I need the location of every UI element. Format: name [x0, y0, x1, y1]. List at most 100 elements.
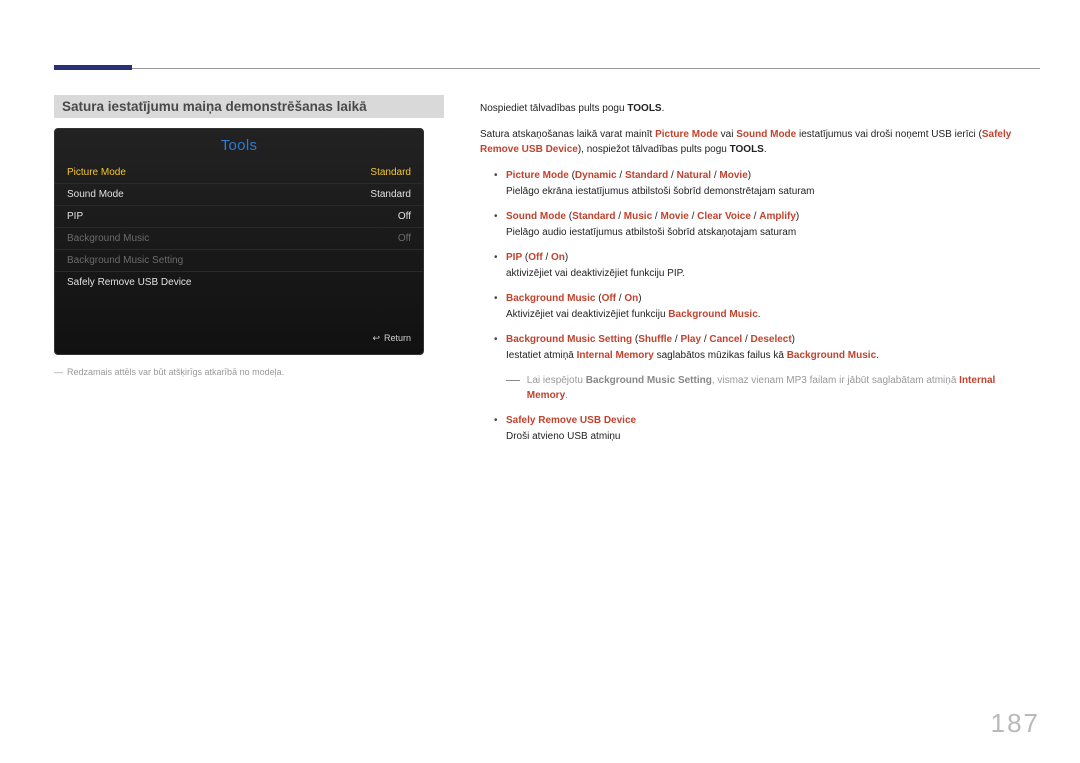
bold-text: TOOLS: [627, 103, 661, 114]
accent-text: Standard: [625, 170, 668, 181]
text: ): [748, 170, 751, 181]
note-text: Lai iespējotu Background Music Setting, …: [527, 373, 1037, 404]
tv-title: Tools: [55, 129, 423, 162]
tv-row-label: Background Music: [67, 233, 149, 244]
text: Lai iespējotu: [527, 375, 586, 386]
header-rule: [54, 68, 1040, 69]
accent-text: On: [624, 293, 638, 304]
text: ): [638, 293, 641, 304]
accent-text: Safely Remove USB Device: [506, 415, 636, 426]
accent-text: Deselect: [751, 334, 792, 345]
return-label: Return: [384, 333, 411, 343]
note: Lai iespējotu Background Music Setting, …: [506, 373, 1040, 404]
note-dash-icon: [506, 380, 520, 381]
tv-row-label: Sound Mode: [67, 189, 124, 200]
right-column: Nospiediet tālvadības pults pogu TOOLS. …: [480, 101, 1040, 454]
return-icon: ↩: [372, 333, 380, 344]
text: ), nospiežot tālvadības pults pogu: [578, 144, 730, 155]
accent-text: Play: [680, 334, 701, 345]
tv-row-bgmusic: Background Music Off: [55, 228, 423, 250]
tv-row-safely-remove: Safely Remove USB Device: [55, 272, 423, 293]
sub-text: Droši atvieno USB atmiņu: [506, 429, 1040, 445]
list-item-picture-mode: Picture Mode (Dynamic / Standard / Natur…: [494, 168, 1040, 200]
tv-row-label: Picture Mode: [67, 167, 126, 178]
text: Aktivizējiet vai deaktivizējiet funkciju: [506, 309, 668, 320]
list-item-safely-remove: Safely Remove USB Device Droši atvieno U…: [494, 413, 1040, 445]
sub-text: Aktivizējiet vai deaktivizējiet funkciju…: [506, 307, 1040, 323]
accent-text: Movie: [719, 170, 747, 181]
accent-text: Amplify: [759, 211, 796, 222]
tv-row-value: Off: [398, 233, 411, 244]
text: Satura atskaņošanas laikā varat mainīt: [480, 129, 655, 140]
accent-text: Sound Mode: [506, 211, 566, 222]
sub-text: Pielāgo ekrāna iestatījumus atbilstoši š…: [506, 184, 1040, 200]
accent-text: Clear Voice: [697, 211, 751, 222]
text: .: [662, 103, 665, 114]
accent-text: Background Music: [506, 293, 595, 304]
tv-row-label: Background Music Setting: [67, 255, 183, 266]
sub-text: Pielāgo audio iestatījumus atbilstoši šo…: [506, 225, 1040, 241]
tv-return: ↩ Return: [55, 321, 423, 348]
accent-text: Off: [602, 293, 616, 304]
accent-text: Picture Mode: [506, 170, 569, 181]
accent-text: Off: [528, 252, 542, 263]
text: Iestatiet atmiņā: [506, 350, 577, 361]
list-item-bgmusic: Background Music (Off / On) Aktivizējiet…: [494, 291, 1040, 323]
text: ): [792, 334, 795, 345]
text: /: [668, 170, 676, 181]
section-title: Satura iestatījumu maiņa demonstrēšanas …: [54, 95, 444, 118]
accent-text: Shuffle: [638, 334, 672, 345]
text: Nospiediet tālvadības pults pogu: [480, 103, 627, 114]
accent-text: Movie: [660, 211, 688, 222]
header-accent: [54, 65, 132, 70]
feature-list: Picture Mode (Dynamic / Standard / Natur…: [494, 168, 1040, 364]
accent-text: Background Music: [668, 309, 757, 320]
tv-row-value: Standard: [370, 167, 411, 178]
accent-text: Dynamic: [575, 170, 617, 181]
text: .: [565, 390, 568, 401]
text: .: [758, 309, 761, 320]
text: .: [876, 350, 879, 361]
page-number: 187: [991, 708, 1040, 739]
text: ): [796, 211, 799, 222]
left-column: Satura iestatījumu maiņa demonstrēšanas …: [54, 95, 444, 377]
tv-row-sound-mode: Sound Mode Standard: [55, 184, 423, 206]
text: /: [742, 334, 750, 345]
text: /: [751, 211, 759, 222]
bold-text: TOOLS: [730, 144, 764, 155]
bold-text: Background Music Setting: [586, 375, 712, 386]
caption-dash: ―: [54, 367, 63, 377]
accent-text: Picture Mode: [655, 129, 718, 140]
tv-row-picture-mode: Picture Mode Standard: [55, 162, 423, 184]
tv-row-pip: PIP Off: [55, 206, 423, 228]
text: .: [764, 144, 767, 155]
list-item-sound-mode: Sound Mode (Standard / Music / Movie / C…: [494, 209, 1040, 241]
text: /: [689, 211, 697, 222]
accent-text: Background Music Setting: [506, 334, 632, 345]
accent-text: Background Music: [787, 350, 876, 361]
accent-text: Sound Mode: [736, 129, 796, 140]
accent-text: Standard: [572, 211, 615, 222]
intro-line-2: Satura atskaņošanas laikā varat mainīt P…: [480, 127, 1040, 158]
list-item-pip: PIP (Off / On) aktivizējiet vai deaktivi…: [494, 250, 1040, 282]
image-caption: ―Redzamais attēls var būt atšķirīgs atka…: [54, 367, 444, 377]
text: /: [615, 211, 623, 222]
tv-row-label: PIP: [67, 211, 83, 222]
sub-text: aktivizējiet vai deaktivizējiet funkciju…: [506, 266, 1040, 282]
text: vai: [718, 129, 736, 140]
text: ): [565, 252, 568, 263]
tv-row-label: Safely Remove USB Device: [67, 277, 192, 288]
tv-row-value: Standard: [370, 189, 411, 200]
sub-text: Iestatiet atmiņā Internal Memory saglabā…: [506, 348, 1040, 364]
text: iestatījumus vai droši noņemt USB ierīci…: [796, 129, 982, 140]
text: , vismaz vienam MP3 failam ir jābūt sagl…: [712, 375, 959, 386]
list-item-bgmusic-setting: Background Music Setting (Shuffle / Play…: [494, 332, 1040, 364]
accent-text: Natural: [677, 170, 711, 181]
intro-line-1: Nospiediet tālvadības pults pogu TOOLS.: [480, 101, 1040, 117]
text: /: [617, 170, 625, 181]
feature-list-2: Safely Remove USB Device Droši atvieno U…: [494, 413, 1040, 445]
accent-text: On: [551, 252, 565, 263]
tv-row-value: Off: [398, 211, 411, 222]
accent-text: Cancel: [709, 334, 742, 345]
text: saglabātos mūzikas failus kā: [654, 350, 787, 361]
